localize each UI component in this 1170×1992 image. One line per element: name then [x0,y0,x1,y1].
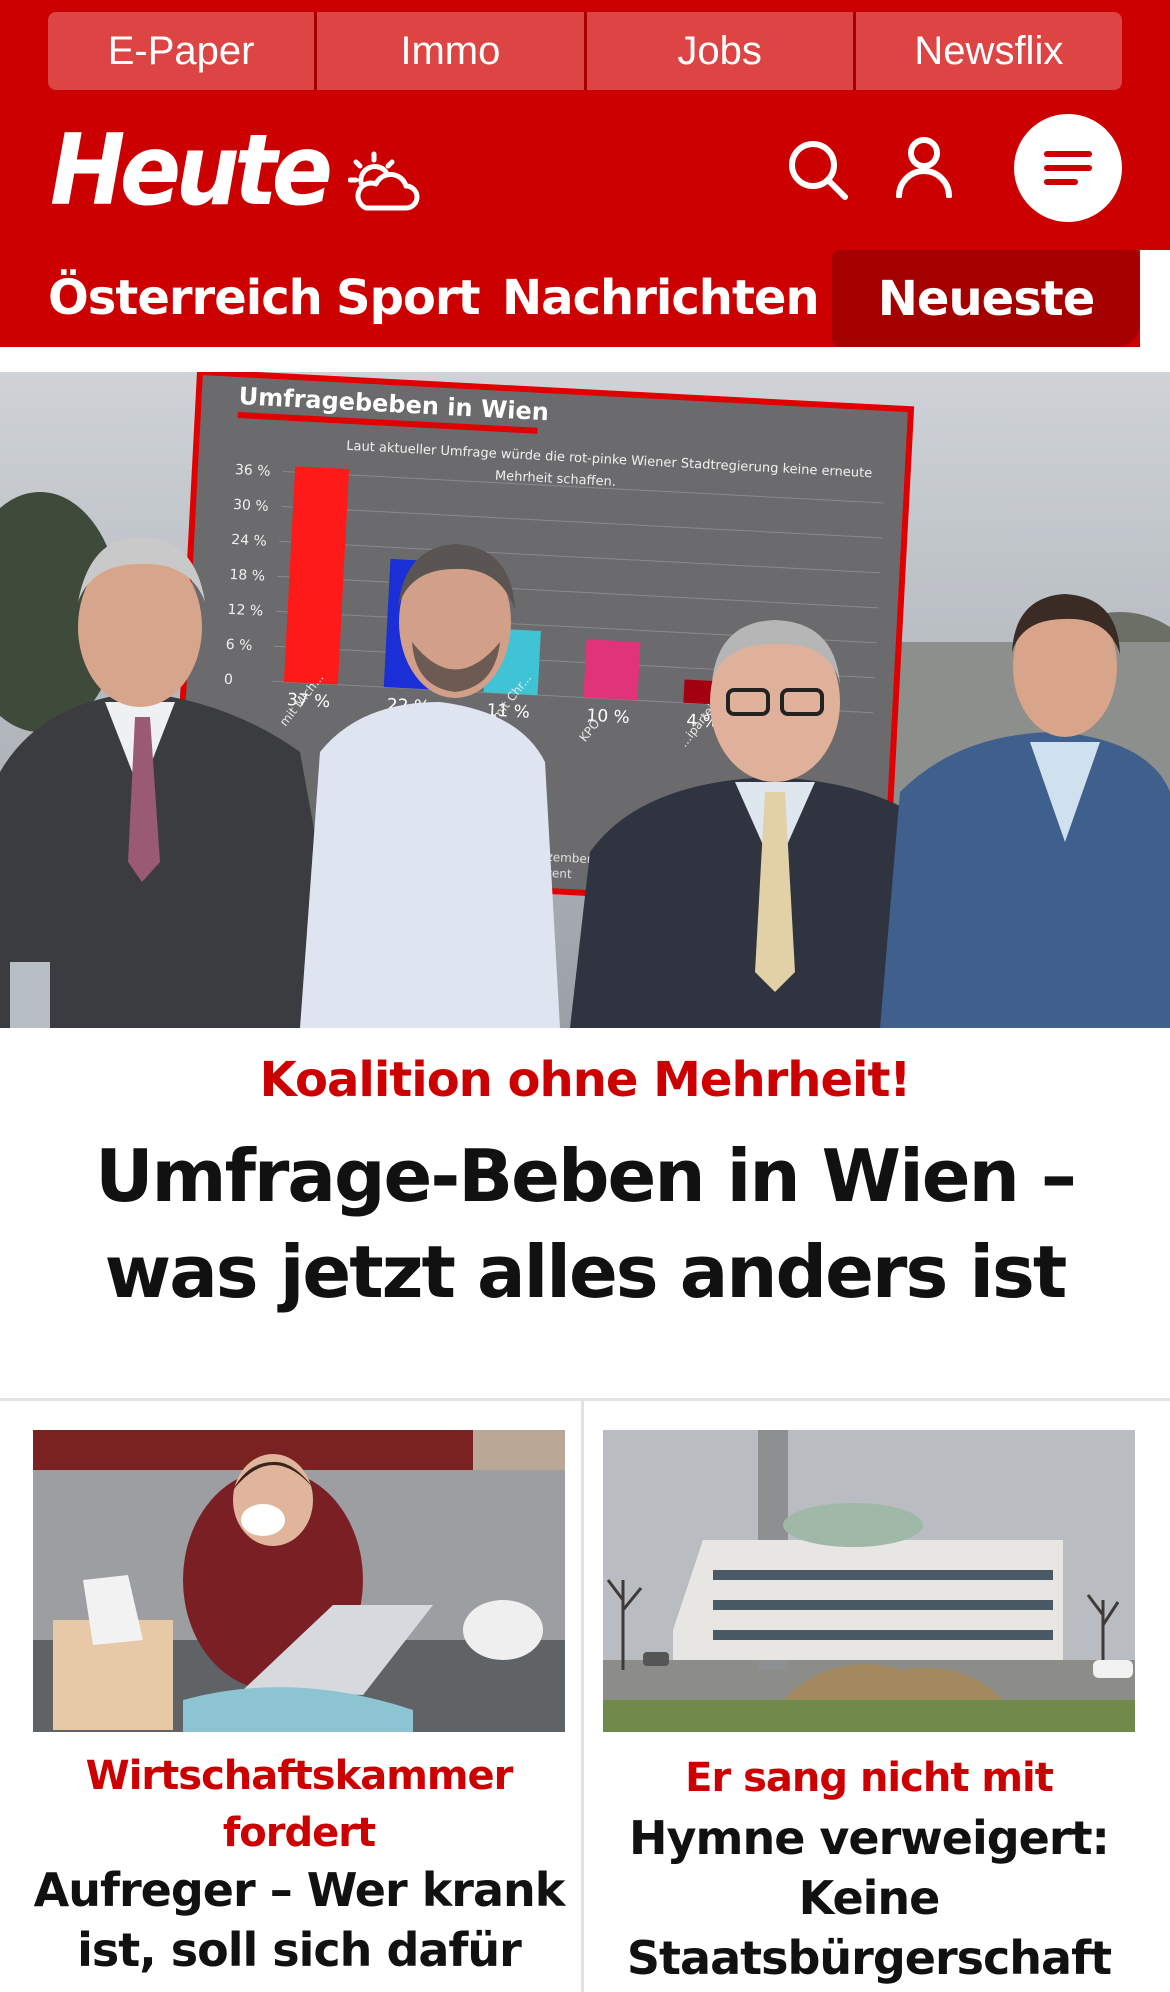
graphic-y-tick: 30 % [233,497,269,515]
graphic-y-tick: 12 % [227,602,263,620]
divider-vertical [581,1398,584,1992]
nav-item-oesterreich[interactable]: Österreich [48,270,323,326]
card-1-kicker: Wirtschaftskammer fordert [85,1753,514,1856]
nav-item-sport[interactable]: Sport [336,270,481,326]
card-2-title[interactable]: Hymne verweigert: Keine Staatsbürgerscha… [598,1808,1140,1992]
graphic-bar [583,639,641,701]
divider-horizontal [0,1398,1170,1401]
nav-item-nachrichten[interactable]: Nachrichten [502,270,820,326]
graphic-y-tick: 0 [224,672,234,688]
nav-edge [1140,250,1170,347]
card-1-title[interactable]: Aufreger – Wer krank ist, soll sich dafü… [28,1860,570,1980]
graphic-bar [283,466,350,685]
graphic-y-tick: 18 % [229,567,265,585]
top-link-jobs[interactable]: Jobs [586,12,853,90]
hero-image[interactable]: Umfragebeben in Wien Laut aktueller Umfr… [0,372,1170,1028]
site-header: E-Paper Immo Jobs Newsflix Heute Österre… [0,0,1170,347]
menu-button[interactable] [1014,114,1122,222]
top-link-newsflix[interactable]: Newsflix [855,12,1122,90]
search-icon[interactable] [786,138,850,202]
top-links-bar: E-Paper Immo Jobs Newsflix [48,12,1122,90]
hero-kicker: Koalition ohne Mehrheit! [259,1052,912,1108]
top-link-epaper[interactable]: E-Paper [48,12,315,90]
graphic-y-tick: 36 % [235,462,271,480]
sick-woman-photo [33,1430,565,1732]
graphic-y-tick: 6 % [225,637,252,654]
hamburger-menu-icon [1044,151,1092,185]
building-photo [603,1430,1135,1732]
card-1-image[interactable] [33,1430,565,1732]
card-2-kicker: Er sang nicht mit [685,1755,1054,1801]
hero-title[interactable]: Umfrage-Beben in Wien – was jetzt alles … [40,1128,1130,1320]
main-navigation: Österreich Sport Nachrichten Neueste [0,250,1170,347]
top-link-immo[interactable]: Immo [317,12,584,90]
hero-photo-collage: Umfragebeben in Wien Laut aktueller Umfr… [0,372,1170,1028]
weather-icon[interactable] [348,150,420,214]
card-2-image[interactable] [603,1430,1135,1732]
user-account-icon[interactable] [894,136,954,198]
graphic-y-tick: 24 % [231,532,267,550]
heute-logo[interactable]: Heute [50,122,333,220]
nav-item-neueste[interactable]: Neueste [832,250,1140,347]
